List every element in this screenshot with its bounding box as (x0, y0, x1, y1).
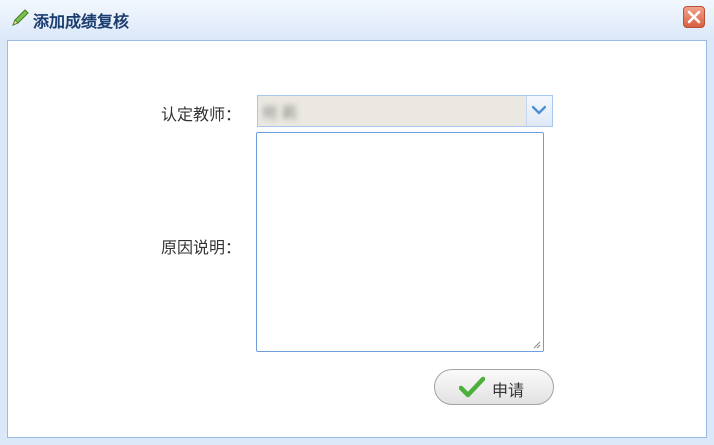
apply-button-label: 申请 (492, 381, 525, 400)
dialog-titlebar[interactable]: 添加成绩复核 (0, 0, 714, 40)
reason-label: 原因说明： (161, 238, 242, 257)
dialog-body: 认定教师： 何 莉 原因说明： 申请 (7, 40, 707, 438)
teacher-label: 认定教师： (161, 105, 242, 124)
close-button[interactable] (683, 6, 705, 28)
dialog-title: 添加成绩复核 (33, 12, 130, 31)
select-dropdown-button[interactable] (526, 96, 552, 126)
teacher-select[interactable]: 何 莉 (257, 95, 553, 127)
teacher-select-value: 何 莉 (262, 104, 297, 122)
resize-grip-icon[interactable] (533, 341, 541, 349)
checkmark-icon (459, 376, 485, 398)
dialog-window: 添加成绩复核 认定教师： 何 莉 原因说明： 申请 (0, 0, 714, 445)
close-icon (687, 10, 701, 24)
apply-button[interactable]: 申请 (434, 369, 554, 405)
reason-textarea[interactable] (256, 132, 544, 352)
chevron-down-icon (532, 105, 546, 115)
pencil-icon (9, 7, 31, 29)
